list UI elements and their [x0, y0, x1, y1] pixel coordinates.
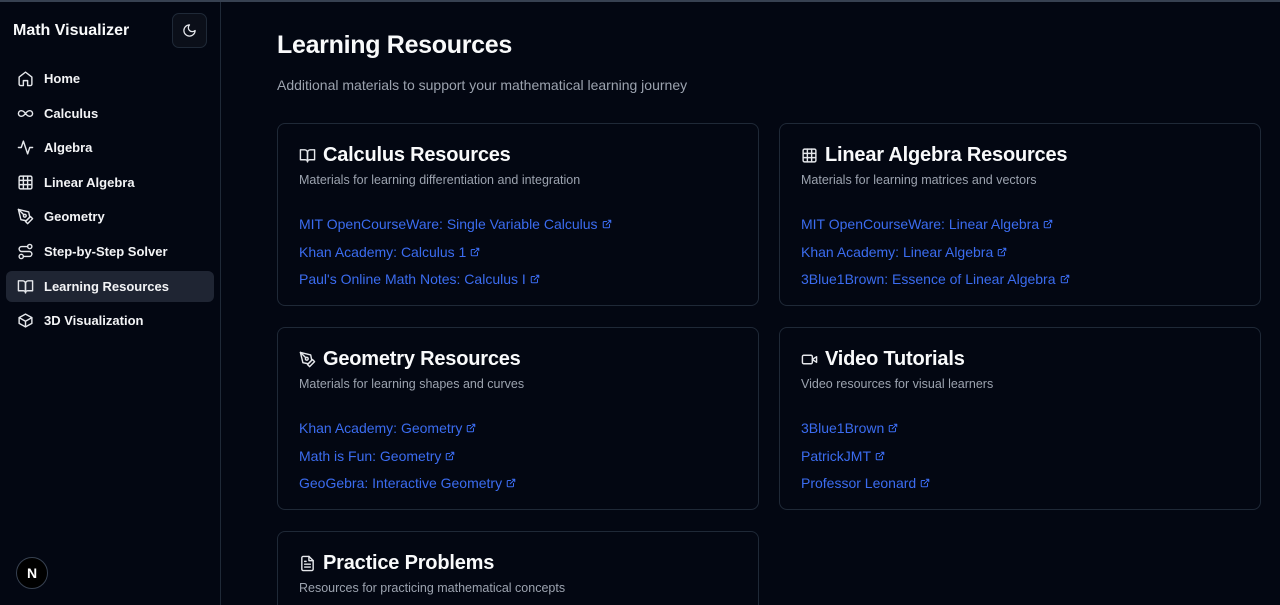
sidebar-nav: Home Calculus Algebra Linear Algebra Geo… [6, 63, 214, 340]
sidebar-item-home[interactable]: Home [6, 63, 214, 94]
link-text: Khan Academy: Geometry [299, 419, 463, 436]
sidebar-item-learning-resources[interactable]: Learning Resources [6, 270, 214, 302]
page-title: Learning Resources [277, 31, 512, 59]
card-title-text: Geometry Resources [323, 348, 521, 370]
theme-toggle-button[interactable] [172, 13, 207, 48]
link-text: Khan Academy: Calculus 1 [299, 243, 467, 260]
resource-link[interactable]: MIT OpenCourseWare: Linear Algebra [801, 210, 1070, 238]
link-text: Math is Fun: Geometry [299, 447, 442, 464]
sidebar-item-linear-algebra[interactable]: Linear Algebra [6, 167, 214, 198]
resource-link[interactable]: 3Blue1Brown: Essence of Linear Algebra [801, 265, 1070, 293]
resource-link[interactable]: PatrickJMT [801, 442, 930, 470]
link-text: Khan Academy: Linear Algebra [801, 243, 994, 260]
video-icon [801, 354, 818, 365]
resource-card-calculus: Calculus Resources Materials for learnin… [277, 123, 759, 306]
infinity-icon [17, 109, 34, 117]
resource-link[interactable]: Khan Academy: Linear Algebra [801, 238, 1070, 266]
sidebar-item-calculus[interactable]: Calculus [6, 98, 214, 129]
external-link-icon [446, 451, 455, 460]
page-subtitle: Additional materials to support your mat… [277, 77, 688, 93]
link-text: GeoGebra: Interactive Geometry [299, 475, 503, 492]
card-title: Geometry Resources [299, 348, 521, 371]
sidebar-item-label: Geometry [44, 209, 105, 225]
home-icon [18, 71, 33, 87]
link-text: Professor Leonard [801, 475, 917, 492]
card-title-text: Linear Algebra Resources [825, 144, 1068, 166]
sidebar-item-label: Algebra [44, 140, 93, 156]
resource-card-practice-problems: Practice Problems Resources for practici… [277, 531, 759, 605]
resource-link[interactable]: MIT OpenCourseWare: Single Variable Calc… [299, 210, 612, 238]
app-title: Math Visualizer [13, 22, 130, 39]
link-list: Khan Academy: Geometry Math is Fun: Geom… [299, 414, 516, 497]
file-text-icon [301, 555, 314, 572]
card-title-text: Video Tutorials [825, 348, 965, 370]
sidebar-item-label: Step-by-Step Solver [44, 243, 168, 259]
grid-icon [18, 175, 33, 190]
resource-link[interactable]: Professor Leonard [801, 469, 930, 497]
card-title: Video Tutorials [801, 348, 965, 371]
nextjs-badge[interactable]: N [16, 557, 48, 589]
card-title-text: Calculus Resources [323, 144, 511, 166]
moon-icon [183, 24, 196, 37]
external-link-icon [1043, 219, 1053, 229]
route-icon [18, 243, 33, 260]
pen-tool-icon [17, 209, 34, 225]
resource-card-linear-algebra: Linear Algebra Resources Materials for l… [779, 123, 1261, 306]
link-text: PatrickJMT [801, 447, 871, 464]
resource-link[interactable]: Khan Academy: Calculus 1 [299, 238, 612, 266]
link-list: 3Blue1Brown PatrickJMT Professor Leonard [801, 414, 930, 497]
grid-icon [802, 148, 817, 163]
book-open-icon [17, 279, 34, 294]
link-text: 3Blue1Brown [801, 419, 885, 436]
sidebar-item-label: Calculus [44, 105, 99, 121]
external-link-icon [506, 478, 516, 488]
activity-icon [17, 140, 34, 155]
box-icon [18, 313, 33, 328]
resource-link[interactable]: Khan Academy: Geometry [299, 414, 516, 442]
sidebar-item-label: Linear Algebra [44, 174, 135, 190]
external-link-icon [467, 423, 476, 433]
card-description: Resources for practicing mathematical co… [299, 581, 566, 595]
external-link-icon [602, 219, 611, 229]
book-open-icon [299, 149, 316, 163]
external-link-icon [997, 247, 1007, 256]
card-title: Practice Problems [299, 552, 494, 575]
external-link-icon [1060, 274, 1069, 284]
resource-card-video-tutorials: Video Tutorials Video resources for visu… [779, 327, 1261, 510]
card-title: Calculus Resources [299, 144, 511, 167]
resource-card-geometry: Geometry Resources Materials for learnin… [277, 327, 759, 510]
resource-link[interactable]: 3Blue1Brown [801, 414, 930, 442]
external-link-icon [530, 274, 540, 284]
link-list: MIT OpenCourseWare: Linear Algebra Khan … [801, 210, 1070, 293]
card-title-text: Practice Problems [323, 552, 495, 574]
link-text: Paul's Online Math Notes: Calculus I [299, 271, 526, 288]
card-title: Linear Algebra Resources [801, 144, 1068, 167]
main-content: Learning Resources Additional materials … [222, 0, 1280, 605]
sidebar-item-geometry[interactable]: Geometry [6, 201, 214, 232]
sidebar-item-3d-visualization[interactable]: 3D Visualization [6, 305, 214, 336]
sidebar: Math Visualizer Home Calculus Algebra Li… [0, 2, 221, 605]
sidebar-item-label: Home [44, 71, 81, 86]
external-link-icon [875, 451, 885, 460]
link-text: 3Blue1Brown: Essence of Linear Algebra [801, 271, 1056, 288]
sidebar-item-label: Learning Resources [44, 278, 169, 294]
sidebar-item-algebra[interactable]: Algebra [6, 132, 214, 163]
link-text: MIT OpenCourseWare: Linear Algebra [801, 215, 1040, 232]
card-description: Materials for learning shapes and curves [299, 377, 525, 391]
card-description: Materials for learning differentiation a… [299, 173, 581, 187]
link-list: MIT OpenCourseWare: Single Variable Calc… [299, 210, 612, 293]
card-description: Materials for learning matrices and vect… [801, 173, 1037, 187]
external-link-icon [889, 423, 898, 433]
external-link-icon [471, 247, 480, 256]
external-link-icon [920, 478, 930, 488]
pen-tool-icon [299, 351, 316, 368]
sidebar-item-step-by-step-solver[interactable]: Step-by-Step Solver [6, 236, 214, 267]
resource-link[interactable]: Paul's Online Math Notes: Calculus I [299, 265, 612, 293]
resource-link[interactable]: Math is Fun: Geometry [299, 442, 516, 470]
resource-link[interactable]: GeoGebra: Interactive Geometry [299, 469, 516, 497]
link-text: MIT OpenCourseWare: Single Variable Calc… [299, 215, 598, 232]
sidebar-item-label: 3D Visualization [44, 313, 144, 329]
card-description: Video resources for visual learners [801, 377, 994, 391]
